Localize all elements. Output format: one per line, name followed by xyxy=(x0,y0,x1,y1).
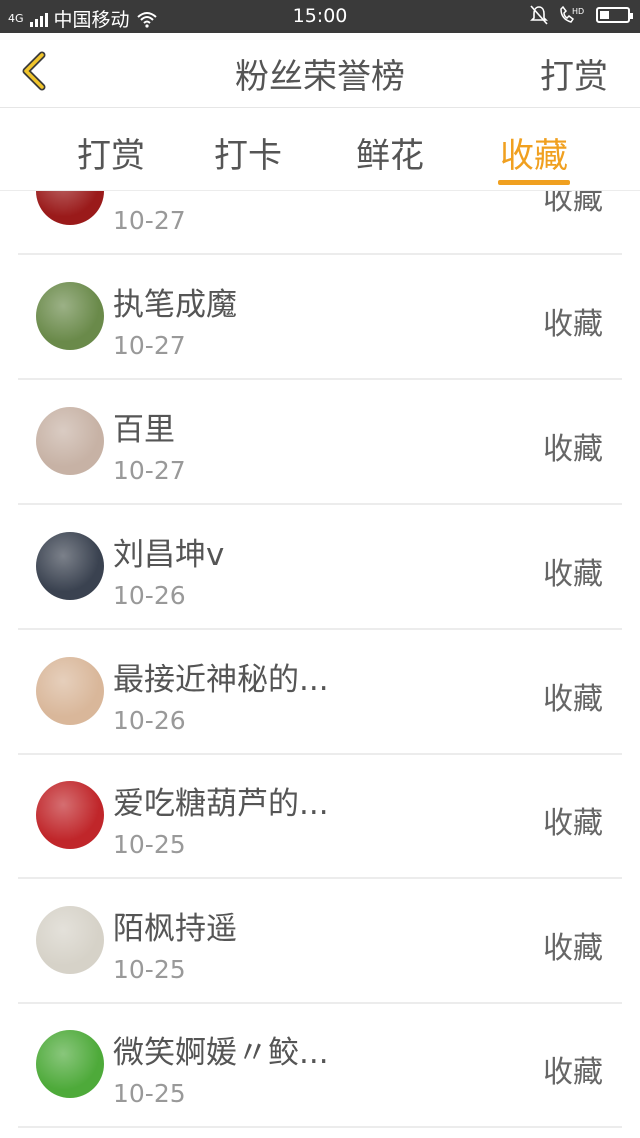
list-item[interactable]: 百里 10-27 收藏 xyxy=(0,380,640,505)
avatar[interactable] xyxy=(36,282,104,350)
row-divider xyxy=(18,1126,622,1128)
avatar[interactable] xyxy=(36,407,104,475)
favorite-label: 收藏 xyxy=(543,806,603,841)
avatar[interactable] xyxy=(36,1030,104,1098)
tab-reward[interactable]: 打赏 xyxy=(51,128,171,177)
user-name: 执笔成魔 xyxy=(113,287,237,323)
list-item[interactable]: 最接近神秘的... 10-26 收藏 xyxy=(0,630,640,755)
tab-checkin[interactable]: 打卡 xyxy=(188,128,308,177)
active-tab-indicator xyxy=(498,180,570,185)
tab-favorites[interactable]: 收藏 xyxy=(474,128,594,177)
user-name: 微笑婀媛〃鲛... xyxy=(113,1035,329,1071)
date-label: 10-27 xyxy=(113,331,186,360)
fan-list[interactable]: 10-27 收藏 执笔成魔 10-27 收藏 百里 10-27 收藏 刘昌坤v … xyxy=(0,191,640,1138)
battery-fill xyxy=(600,11,610,19)
list-item[interactable]: 执笔成魔 10-27 收藏 xyxy=(0,255,640,380)
favorite-label: 收藏 xyxy=(543,931,603,966)
user-name: 百里 xyxy=(113,412,175,448)
favorite-label: 收藏 xyxy=(543,557,603,592)
date-label: 10-27 xyxy=(113,206,186,235)
list-item[interactable]: 爱吃糖葫芦的... 10-25 收藏 xyxy=(0,754,640,879)
user-name: 刘昌坤v xyxy=(113,537,225,573)
favorite-label: 收藏 xyxy=(543,191,603,217)
avatar[interactable] xyxy=(36,781,104,849)
user-name: 爱吃糖葫芦的... xyxy=(113,786,329,822)
favorite-label: 收藏 xyxy=(543,307,603,342)
tab-bar: 打赏 打卡 鲜花 收藏 xyxy=(0,108,640,191)
user-name: 最接近神秘的... xyxy=(113,662,329,698)
list-item[interactable]: 微笑婀媛〃鲛... 10-25 收藏 xyxy=(0,1003,640,1128)
favorite-label: 收藏 xyxy=(543,682,603,717)
status-right: HD xyxy=(530,5,633,25)
avatar[interactable] xyxy=(36,532,104,600)
tab-flowers[interactable]: 鲜花 xyxy=(330,128,450,177)
date-label: 10-25 xyxy=(113,830,186,859)
date-label: 10-25 xyxy=(113,1079,186,1108)
favorite-label: 收藏 xyxy=(543,1055,603,1090)
date-label: 10-26 xyxy=(113,581,186,610)
bell-mute-icon xyxy=(530,5,548,25)
hd-call-icon: HD xyxy=(560,5,584,23)
status-bar: 4G 中国移动 15:00 HD xyxy=(0,0,640,33)
hd-label: HD xyxy=(572,7,584,16)
list-item[interactable]: 10-27 收藏 xyxy=(0,191,640,255)
avatar[interactable] xyxy=(36,906,104,974)
battery-icon xyxy=(596,7,633,23)
reward-button[interactable]: 打赏 xyxy=(540,49,608,98)
favorite-label: 收藏 xyxy=(543,432,603,467)
date-label: 10-26 xyxy=(113,706,186,735)
avatar[interactable] xyxy=(36,657,104,725)
date-label: 10-27 xyxy=(113,456,186,485)
user-name: 陌枫持遥 xyxy=(113,911,237,947)
list-item[interactable]: 陌枫持遥 10-25 收藏 xyxy=(0,879,640,1004)
nav-header: 粉丝荣誉榜 打赏 xyxy=(0,33,640,108)
avatar[interactable] xyxy=(36,191,104,225)
list-item[interactable]: 刘昌坤v 10-26 收藏 xyxy=(0,505,640,630)
date-label: 10-25 xyxy=(113,955,186,984)
